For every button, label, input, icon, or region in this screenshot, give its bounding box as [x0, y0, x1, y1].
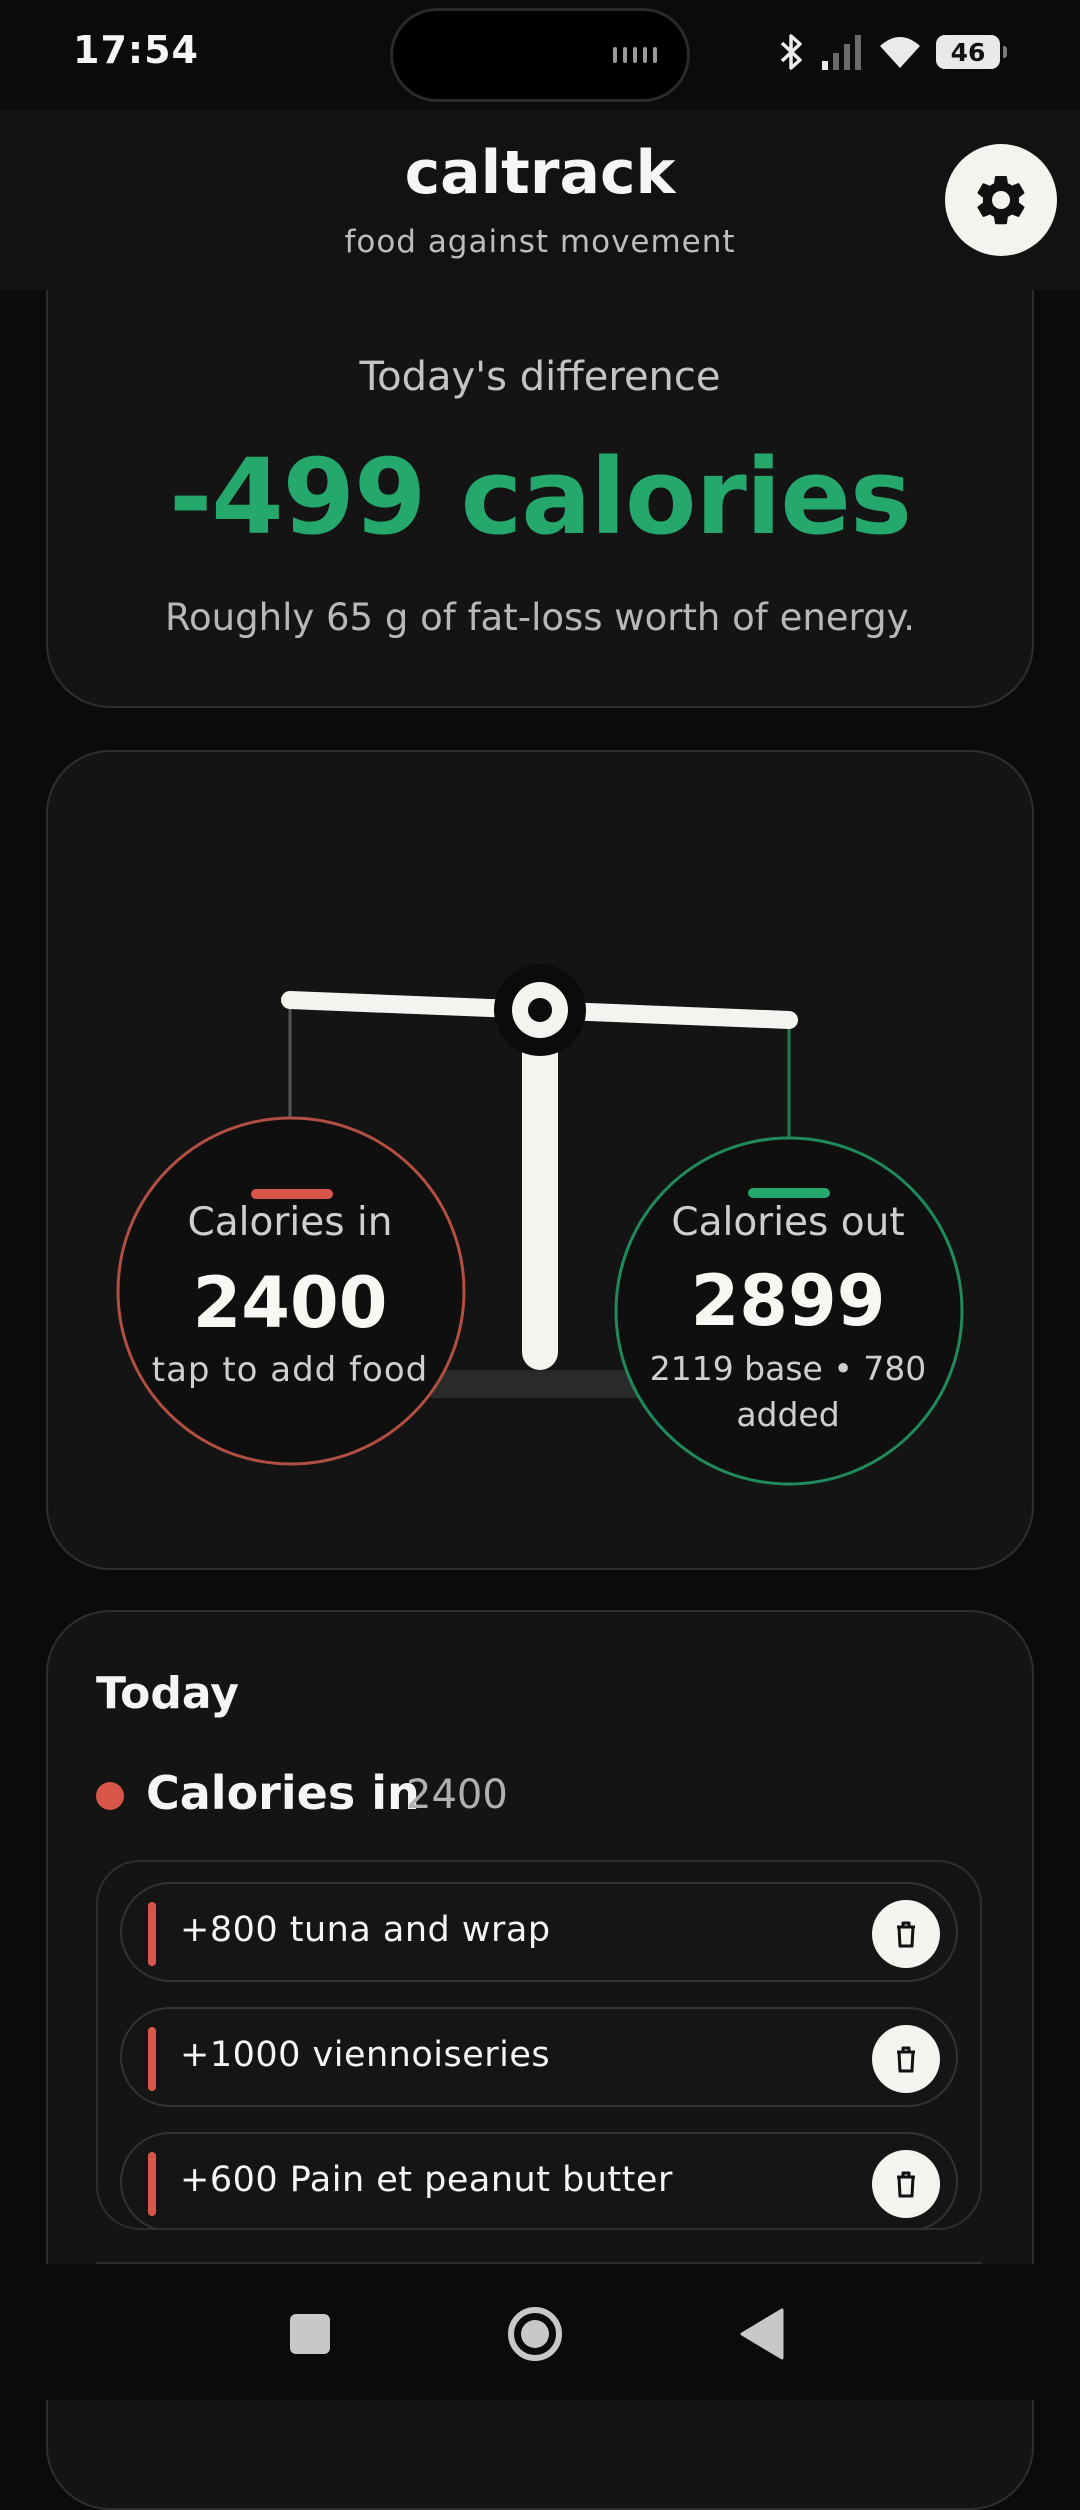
scale-post — [522, 1008, 558, 1370]
entry-accent — [148, 1902, 156, 1966]
delete-button[interactable] — [872, 2150, 940, 2218]
recents-button[interactable] — [290, 2314, 330, 2354]
delete-button[interactable] — [872, 2025, 940, 2093]
calories-in-section-title: Calories in — [146, 1766, 420, 1820]
calories-in-hint: tap to add food — [151, 1350, 429, 1390]
trash-icon — [897, 2046, 915, 2073]
calories-out-breakdown: 2119 base • 780 added — [649, 1349, 927, 1434]
back-button[interactable] — [740, 2308, 784, 2360]
food-entries-list[interactable]: +800 tuna and wrap +1000 viennoiseries +… — [96, 1860, 982, 2230]
list-item: +1000 viennoiseries — [120, 2007, 958, 2107]
trash-icon — [897, 2171, 915, 2198]
entry-accent — [148, 2027, 156, 2091]
calories-in-dot — [96, 1782, 124, 1810]
calories-in-section-total: 2400 — [406, 1772, 508, 1818]
entry-text: +1000 viennoiseries — [180, 2035, 551, 2075]
calories-out-label: Calories out — [671, 1200, 905, 1245]
entry-text: +600 Pain et peanut butter — [180, 2160, 673, 2200]
calories-out-value: 2899 — [690, 1260, 886, 1342]
list-item: +800 tuna and wrap — [120, 1882, 958, 1982]
today-title: Today — [96, 1668, 239, 1719]
trash-icon — [897, 1921, 915, 1948]
entry-text: +800 tuna and wrap — [180, 1910, 551, 1950]
list-item: +600 Pain et peanut butter — [120, 2132, 958, 2228]
delete-button[interactable] — [872, 1900, 940, 1968]
home-button[interactable] — [507, 2306, 563, 2362]
entry-accent — [148, 2152, 156, 2216]
calories-in-label: Calories in — [187, 1200, 393, 1245]
calories-in-value: 2400 — [192, 1262, 388, 1344]
